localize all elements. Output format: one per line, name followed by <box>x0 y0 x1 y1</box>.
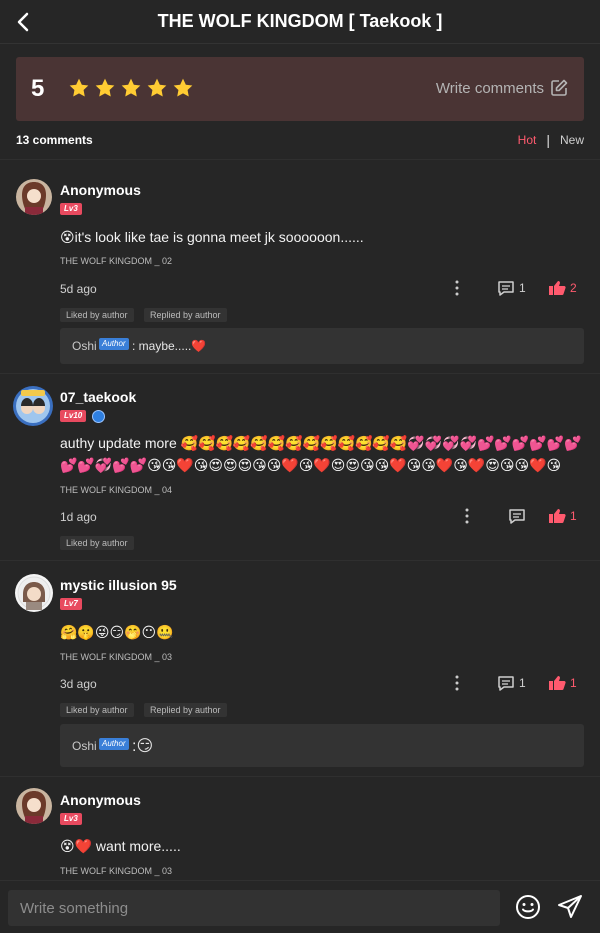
divider <box>0 373 600 374</box>
sort-tabs: Hot | New <box>518 132 584 148</box>
reply-text: : maybe.....❤️ <box>132 339 207 353</box>
reply-author: Oshi <box>72 339 97 353</box>
comment-time: 3d ago <box>60 677 97 691</box>
comments-count: 13 comments <box>16 133 93 147</box>
replied-by-author-tag: Replied by author <box>144 308 227 322</box>
chapter-label[interactable]: THE WOLF KINGDOM _ 03 <box>60 652 172 662</box>
like-button[interactable]: 1 <box>548 508 577 524</box>
comment-time: 5d ago <box>60 282 97 296</box>
chapter-label[interactable]: THE WOLF KINGDOM _ 03 <box>60 866 172 876</box>
rating-stars <box>68 77 194 99</box>
rating-panel: 5 Write comments <box>16 57 584 121</box>
reply-text: :😏 <box>132 738 154 755</box>
author-reply[interactable]: Oshi Author :😏 <box>60 724 584 767</box>
star-icon <box>95 78 115 97</box>
page-title: THE WOLF KINGDOM [ Taekook ] <box>157 11 443 31</box>
comment-icon <box>498 281 514 296</box>
like-button[interactable]: 1 <box>548 675 577 691</box>
verified-icon <box>92 410 105 423</box>
rating-score: 5 <box>31 75 45 102</box>
comment-text: 🤗🤫😜😏🤭😶🤐 <box>60 624 174 640</box>
comment-composer <box>0 880 600 933</box>
chapter-label[interactable]: THE WOLF KINGDOM _ 04 <box>60 485 172 495</box>
chapter-label[interactable]: THE WOLF KINGDOM _ 02 <box>60 256 172 266</box>
top-bar: THE WOLF KINGDOM [ Taekook ] <box>0 0 600 44</box>
avatar[interactable] <box>15 574 53 612</box>
divider <box>0 776 600 777</box>
reply-button[interactable]: 1 <box>497 280 526 296</box>
comment-icon <box>509 509 525 524</box>
liked-by-author-tag: Liked by author <box>60 703 134 717</box>
comment-icon <box>498 676 514 691</box>
username[interactable]: Anonymous <box>60 792 141 808</box>
like-count: 2 <box>570 281 577 295</box>
like-count: 1 <box>570 676 577 690</box>
like-count: 1 <box>570 509 577 523</box>
username[interactable]: mystic illusion 95 <box>60 577 177 593</box>
comment-item: Anonymous Lv3 😵❤️ want more..... THE WOL… <box>0 782 600 880</box>
level-badge: Lv10 <box>60 410 87 422</box>
thumbs-up-icon <box>549 676 566 690</box>
author-badge: Author <box>99 738 129 750</box>
reply-author: Oshi <box>72 739 97 753</box>
more-vertical-icon[interactable] <box>462 508 472 524</box>
star-icon <box>69 78 89 97</box>
author-badge: Author <box>99 338 129 350</box>
divider <box>0 159 600 160</box>
reply-count: 1 <box>519 281 526 295</box>
replied-by-author-tag: Replied by author <box>144 703 227 717</box>
comment-text: authy update more 🥰🥰🥰🥰🥰🥰🥰🥰🥰🥰🥰🥰🥰💞💞💞💞💕💕💕💕💕… <box>60 435 582 473</box>
tab-hot[interactable]: Hot <box>518 133 537 147</box>
write-comments-button[interactable]: Write comments <box>436 79 568 97</box>
write-comments-label: Write comments <box>435 79 544 97</box>
comment-item: mystic illusion 95 Lv7 🤗🤫😜😏🤭😶🤐 THE WOLF … <box>0 568 600 773</box>
level-badge: Lv3 <box>60 813 82 825</box>
sort-separator: | <box>546 132 550 148</box>
star-icon <box>173 78 193 97</box>
username[interactable]: Anonymous <box>60 182 141 198</box>
username[interactable]: 07_taekook <box>60 389 136 405</box>
liked-by-author-tag: Liked by author <box>60 536 134 550</box>
avatar[interactable] <box>16 788 52 824</box>
comment-text: 😵❤️ want more..... <box>60 838 181 854</box>
level-badge: Lv7 <box>60 598 82 610</box>
like-button[interactable]: 2 <box>548 280 577 296</box>
more-vertical-icon[interactable] <box>452 675 462 691</box>
comment-time: 1d ago <box>60 510 97 524</box>
avatar[interactable] <box>16 179 52 215</box>
comment-item: Anonymous Lv3 😵it's look like tae is gon… <box>0 170 600 370</box>
thumbs-up-icon <box>549 509 566 523</box>
smiley-icon[interactable] <box>515 894 541 920</box>
liked-by-author-tag: Liked by author <box>60 308 134 322</box>
author-reply[interactable]: Oshi Author : maybe.....❤️ <box>60 328 584 364</box>
star-icon <box>147 78 167 97</box>
comment-text: 😵it's look like tae is gonna meet jk soo… <box>60 229 364 245</box>
more-vertical-icon[interactable] <box>452 280 462 296</box>
level-badge: Lv3 <box>60 203 82 215</box>
tab-new[interactable]: New <box>560 133 584 147</box>
thumbs-up-icon <box>549 281 566 295</box>
avatar[interactable] <box>13 386 53 426</box>
comment-item: 07_taekook Lv10 authy update more 🥰🥰🥰🥰🥰🥰… <box>0 380 600 560</box>
comment-input[interactable] <box>8 890 500 926</box>
reply-button[interactable]: 1 <box>497 675 526 691</box>
divider <box>0 560 600 561</box>
reply-button[interactable] <box>508 508 530 524</box>
comments-header: 13 comments Hot | New <box>16 132 584 150</box>
edit-icon <box>551 79 568 96</box>
reply-count: 1 <box>519 676 526 690</box>
send-icon[interactable] <box>557 894 583 920</box>
star-icon <box>121 78 141 97</box>
